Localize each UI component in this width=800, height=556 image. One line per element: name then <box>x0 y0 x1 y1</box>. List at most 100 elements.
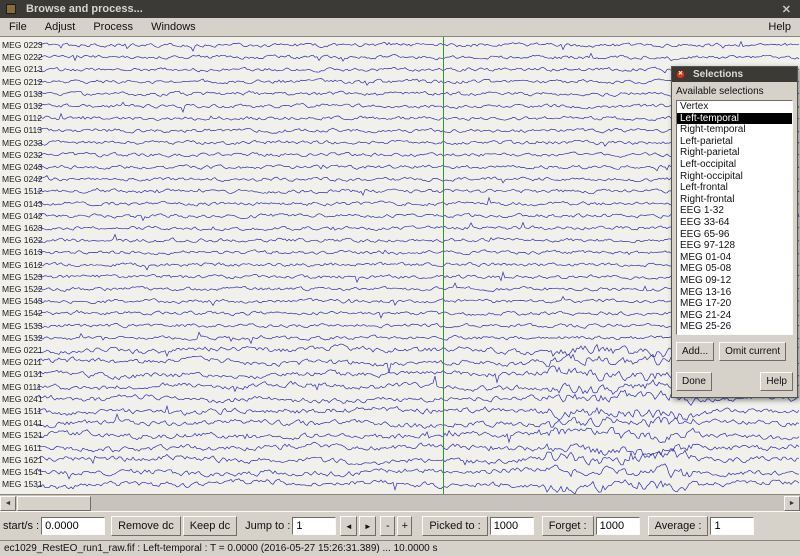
step-forward-button[interactable]: ► <box>359 516 376 536</box>
jump-to-label: Jump to : <box>245 520 290 532</box>
channel-label[interactable]: MEG 0223 <box>2 40 43 50</box>
channel-label[interactable]: MEG 0241 <box>2 394 43 404</box>
add-selection-button[interactable]: Add... <box>676 342 714 361</box>
channel-label[interactable]: MEG 0111 <box>2 382 41 392</box>
window-menu-icon[interactable] <box>6 4 16 14</box>
channel-label[interactable]: MEG 0242 <box>2 174 43 184</box>
menu-bar: File Adjust Process Windows Help <box>0 18 800 37</box>
channel-label[interactable]: MEG 0112 <box>2 113 42 123</box>
selection-item[interactable]: MEG 17-20 <box>677 298 792 310</box>
selection-item[interactable]: EEG 97-128 <box>677 240 792 252</box>
dialog-close-icon[interactable]: ✕ <box>676 70 685 79</box>
channel-label[interactable]: MEG 0113 <box>2 125 42 135</box>
channel-label[interactable]: MEG 0222 <box>2 52 43 62</box>
selection-item[interactable]: Right-occipital <box>677 171 792 183</box>
window-close-icon[interactable]: ✕ <box>779 3 794 16</box>
average-input[interactable] <box>710 517 754 535</box>
start-input[interactable] <box>41 517 105 535</box>
selection-item[interactable]: Right-parietal <box>677 147 792 159</box>
selection-item[interactable]: Vertex <box>677 101 792 113</box>
channel-label[interactable]: MEG 1611 <box>2 443 42 453</box>
selection-item[interactable]: Left-temporal <box>677 113 792 125</box>
selection-item[interactable]: MEG 09-12 <box>677 275 792 287</box>
channel-label[interactable]: MEG 1523 <box>2 272 43 282</box>
channel-label[interactable]: MEG 0233 <box>2 138 43 148</box>
average-button[interactable]: Average : <box>648 516 709 536</box>
selection-item[interactable]: MEG 05-08 <box>677 263 792 275</box>
selection-item[interactable]: MEG 21-24 <box>677 310 792 322</box>
window-title: Browse and process... <box>26 3 779 15</box>
selection-item[interactable]: Right-temporal <box>677 124 792 136</box>
channel-label[interactable]: MEG 1541 <box>2 467 43 477</box>
channel-label[interactable]: MEG 0221 <box>2 345 43 355</box>
picked-to-button[interactable]: Picked to : <box>422 516 487 536</box>
selection-item[interactable]: EEG 65-96 <box>677 229 792 241</box>
channel-label[interactable]: MEG 1621 <box>2 455 43 465</box>
selection-item[interactable]: Left-parietal <box>677 136 792 148</box>
selection-item[interactable]: MEG 01-04 <box>677 252 792 264</box>
channel-label[interactable]: MEG 0131 <box>2 369 43 379</box>
menu-windows[interactable]: Windows <box>142 19 205 35</box>
selection-item[interactable]: Right-frontal <box>677 194 792 206</box>
channel-label[interactable]: MEG 0213 <box>2 64 43 74</box>
selection-item[interactable]: EEG 33-64 <box>677 217 792 229</box>
start-label: start/s : <box>3 520 39 532</box>
menu-help[interactable]: Help <box>759 19 800 35</box>
channel-label[interactable]: MEG 1622 <box>2 235 43 245</box>
done-button[interactable]: Done <box>676 372 712 391</box>
channel-label[interactable]: MEG 0232 <box>2 150 43 160</box>
channel-label[interactable]: MEG 0212 <box>2 77 43 87</box>
channel-label[interactable]: MEG 1543 <box>2 296 43 306</box>
jump-to-input[interactable] <box>292 517 336 535</box>
channel-label[interactable]: MEG 1612 <box>2 260 43 270</box>
selection-item[interactable]: MEG 25-26 <box>677 321 792 333</box>
title-bar[interactable]: Browse and process... ✕ <box>0 0 800 18</box>
selection-item[interactable]: Left-frontal <box>677 182 792 194</box>
dialog-title: Selections <box>693 69 743 80</box>
menu-process[interactable]: Process <box>84 19 142 35</box>
status-text: ec1029_RestEO_run1_raw.fif : Left-tempor… <box>4 543 438 554</box>
channel-label[interactable]: MEG 1623 <box>2 223 43 233</box>
channel-label[interactable]: MEG 1531 <box>2 479 43 489</box>
scroll-left-button[interactable]: ◄ <box>0 496 16 511</box>
channel-label[interactable]: MEG 1533 <box>2 321 43 331</box>
menu-adjust[interactable]: Adjust <box>36 19 85 35</box>
step-back-button[interactable]: ◄ <box>340 516 357 536</box>
picked-to-input[interactable] <box>490 517 534 535</box>
channel-label[interactable]: MEG 1613 <box>2 247 43 257</box>
channel-label[interactable]: MEG 0243 <box>2 162 43 172</box>
channel-label[interactable]: MEG 0211 <box>2 357 42 367</box>
channel-label[interactable]: MEG 1512 <box>2 186 43 196</box>
time-cursor[interactable] <box>443 37 444 494</box>
forget-input[interactable] <box>596 517 640 535</box>
selections-dialog-titlebar[interactable]: ✕ Selections <box>672 67 797 82</box>
channel-label[interactable]: MEG 0141 <box>2 418 43 428</box>
horizontal-scrollbar[interactable]: ◄ ► <box>0 494 800 511</box>
channel-label[interactable]: MEG 0142 <box>2 211 43 221</box>
selection-item[interactable]: MEG 13-16 <box>677 287 792 299</box>
selections-list[interactable]: VertexLeft-temporalRight-temporalLeft-pa… <box>676 100 793 335</box>
dialog-bottom-row: Done Help <box>676 372 793 391</box>
selection-item[interactable]: Left-occipital <box>677 159 792 171</box>
selection-item[interactable]: EEG 1-32 <box>677 205 792 217</box>
control-bar: start/s : Remove dc Keep dc Jump to : ◄ … <box>0 511 800 540</box>
dialog-help-button[interactable]: Help <box>760 372 793 391</box>
omit-current-button[interactable]: Omit current <box>719 342 786 361</box>
menu-file[interactable]: File <box>0 19 36 35</box>
zoom-in-button[interactable]: + <box>397 516 412 536</box>
scroll-right-button[interactable]: ► <box>784 496 800 511</box>
channel-label[interactable]: MEG 1532 <box>2 333 43 343</box>
remove-dc-button[interactable]: Remove dc <box>111 516 181 536</box>
zoom-out-button[interactable]: - <box>380 516 395 536</box>
channel-label[interactable]: MEG 1521 <box>2 430 43 440</box>
channel-label[interactable]: MEG 1522 <box>2 284 43 294</box>
channel-label[interactable]: MEG 0132 <box>2 101 43 111</box>
scrollbar-thumb[interactable] <box>17 496 91 511</box>
selection-action-row: Add... Omit current <box>676 342 793 361</box>
channel-label[interactable]: MEG 0133 <box>2 89 43 99</box>
forget-button[interactable]: Forget : <box>542 516 594 536</box>
channel-label[interactable]: MEG 1511 <box>2 406 42 416</box>
channel-label[interactable]: MEG 0143 <box>2 199 43 209</box>
keep-dc-button[interactable]: Keep dc <box>183 516 237 536</box>
channel-label[interactable]: MEG 1542 <box>2 308 43 318</box>
